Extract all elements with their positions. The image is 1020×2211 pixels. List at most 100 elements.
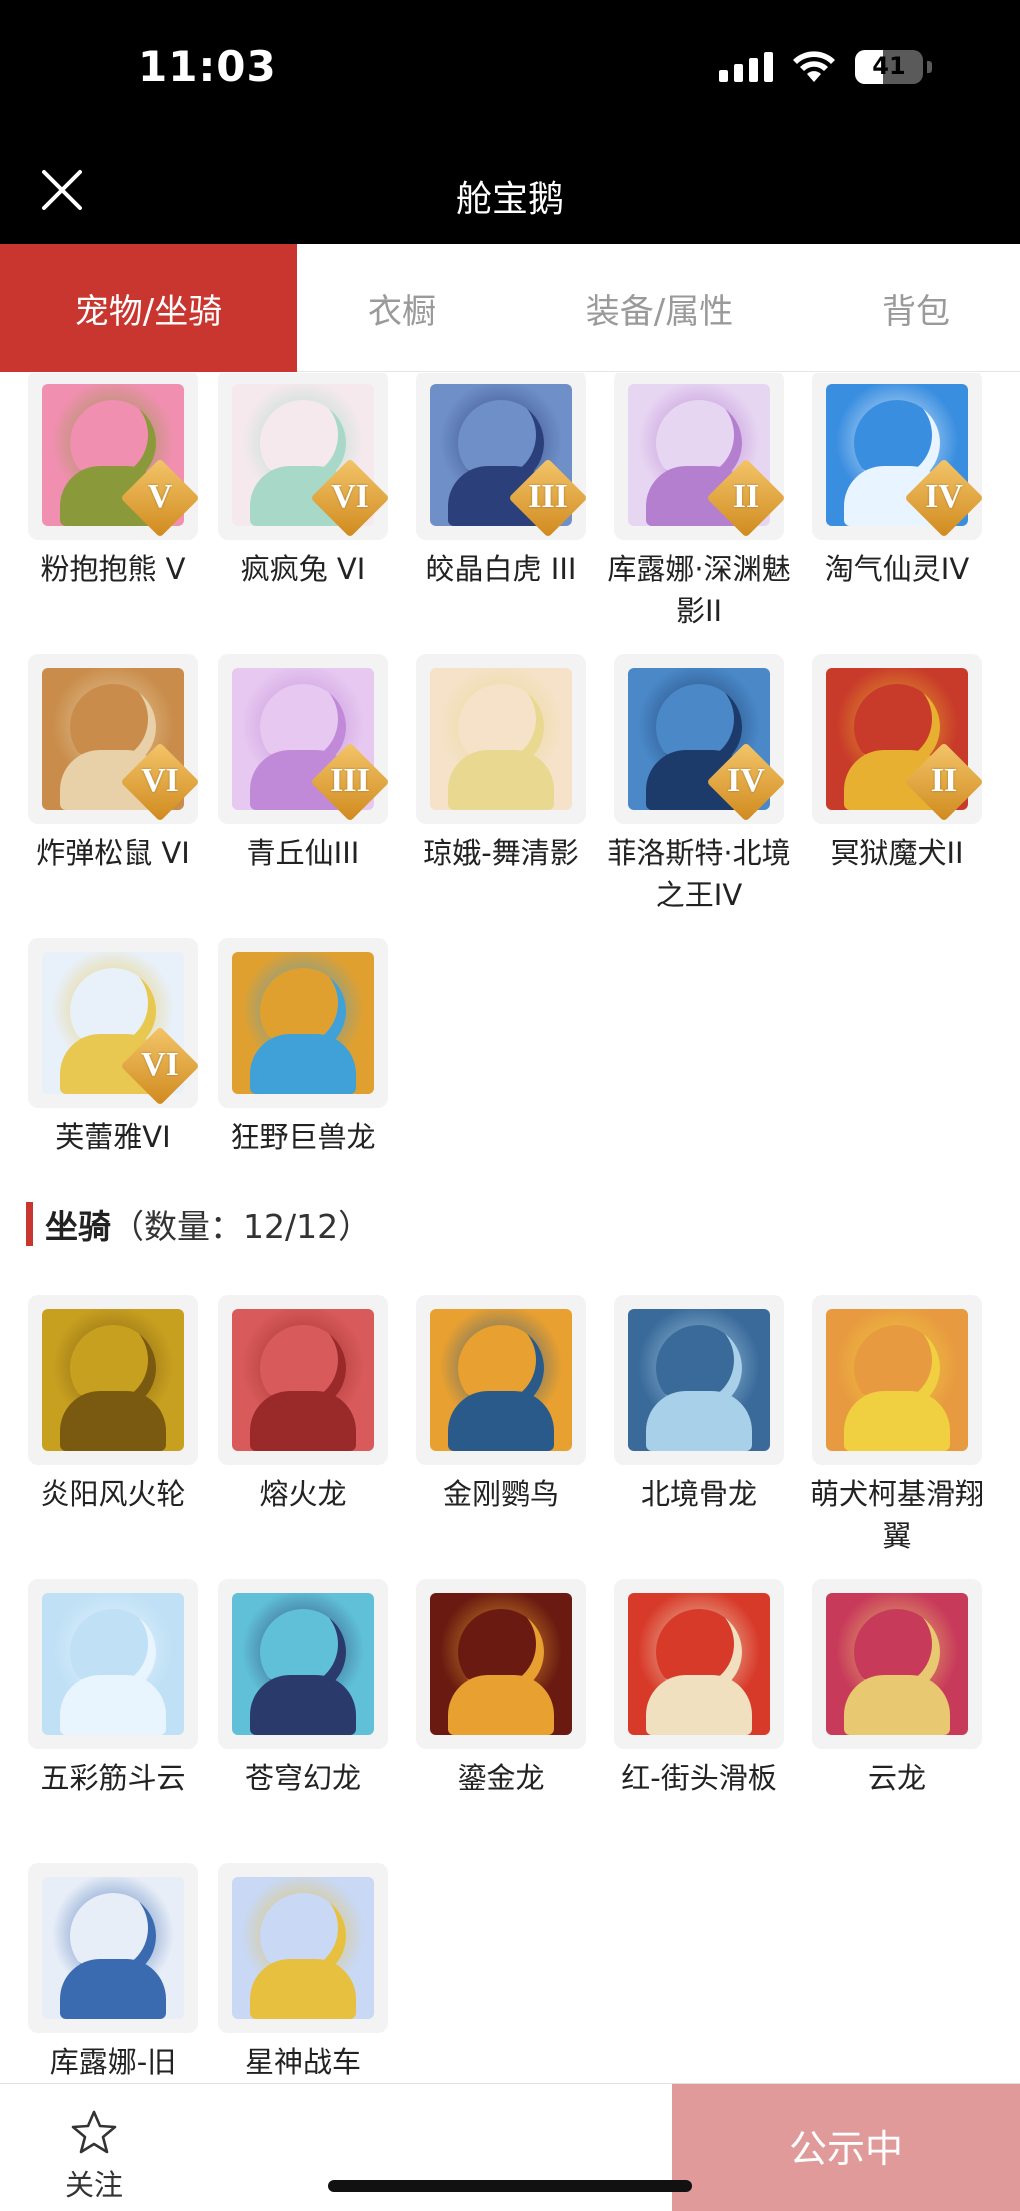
mount-item-skateboard[interactable]: 红-街头滑板 — [604, 1579, 794, 1799]
item-label: 五彩筋斗云 — [40, 1761, 186, 1795]
pet-item-kuluna-girl[interactable]: II 库露娜·深渊魅影II — [604, 373, 794, 632]
follow-button[interactable]: 关注 — [54, 2108, 134, 2204]
item-label: 菲洛斯特·北境之王IV — [607, 836, 791, 912]
status-time: 11:03 — [138, 42, 277, 91]
thumb-figure-body — [646, 1391, 752, 1451]
item-label: 库露娜-旧 — [49, 2045, 177, 2079]
mount-item-gold-dragon[interactable]: 鎏金龙 — [406, 1579, 596, 1799]
item-label: 青丘仙III — [246, 836, 360, 870]
thumb-figure-body — [250, 1391, 356, 1451]
thumb-figure-body — [60, 1391, 166, 1451]
content-scroll[interactable]: V 粉抱抱熊 V VI 疯疯兔 VI III 皎晶白虎 III II 库露娜·深渊魅影II IV… — [0, 373, 1020, 2083]
rank-text: II — [732, 478, 760, 515]
thumb-figure-body — [448, 1391, 554, 1451]
mount-item-lava-dragon[interactable]: 熔火龙 — [208, 1295, 398, 1515]
mount-item-cloud-dragon[interactable]: 云龙 — [802, 1579, 992, 1799]
white-rabbit-icon: VI — [218, 373, 388, 540]
white-tiger-icon: III — [416, 373, 586, 540]
pet-item-squirrel[interactable]: VI 炸弹松鼠 VI — [18, 654, 208, 874]
squirrel-icon: VI — [28, 654, 198, 824]
item-label: 鎏金龙 — [457, 1761, 545, 1795]
rank-text: V — [147, 478, 173, 515]
pet-item-fox-fairy[interactable]: III 青丘仙III — [208, 654, 398, 874]
rank-text: IV — [727, 762, 765, 799]
mount-item-parrot[interactable]: 金刚鹦鸟 — [406, 1295, 596, 1515]
thumb-figure-body — [250, 1034, 356, 1094]
pet-item-white-tiger[interactable]: III 皎晶白虎 III — [406, 373, 596, 590]
rank-text: VI — [141, 1046, 179, 1083]
pet-item-ice-king[interactable]: IV 菲洛斯特·北境之王IV — [604, 654, 794, 916]
pet-item-white-rabbit[interactable]: VI 疯疯兔 VI — [208, 373, 398, 590]
status-icons: 41 — [719, 50, 932, 84]
tab-equipment[interactable]: 装备/属性 — [507, 244, 812, 372]
mount-item-sky-dragon[interactable]: 苍穹幻龙 — [208, 1579, 398, 1799]
rank-text: VI — [141, 762, 179, 799]
pet-item-hell-hound[interactable]: II 冥狱魔犬II — [802, 654, 992, 874]
star-icon — [71, 2110, 117, 2154]
pet-item-pink-bear[interactable]: V 粉抱抱熊 V — [18, 373, 208, 590]
thumb-figure-body — [646, 1675, 752, 1735]
thumb-figure-body — [844, 1391, 950, 1451]
bone-dragon-icon — [614, 1295, 784, 1465]
mount-item-fire-wheel[interactable]: 炎阳风火轮 — [18, 1295, 208, 1515]
fire-wheel-icon — [28, 1295, 198, 1465]
cloud-dragon-icon — [812, 1579, 982, 1749]
mount-item-bone-dragon[interactable]: 北境骨龙 — [604, 1295, 794, 1515]
thumb-figure-body — [60, 1675, 166, 1735]
wild-dragon-icon — [218, 938, 388, 1108]
thumb-figure-body — [250, 1675, 356, 1735]
pet-item-dancer-girl[interactable]: 琼娥-舞清影 — [406, 654, 596, 874]
cellular-signal-icon — [719, 52, 773, 82]
rank-text: II — [930, 762, 958, 799]
thumb-figure-body — [844, 1675, 950, 1735]
item-label: 淘气仙灵IV — [824, 552, 970, 586]
mounts-section-title: 坐骑 — [45, 1207, 111, 1246]
thumb-figure-body — [448, 1675, 554, 1735]
corgi-glider-icon — [812, 1295, 982, 1465]
hell-hound-icon: II — [812, 654, 982, 824]
page-title: 舱宝鹅 — [455, 179, 564, 220]
tab-bar: 宠物/坐骑 衣橱 装备/属性 背包 — [0, 244, 1020, 372]
item-label: 云龙 — [867, 1761, 926, 1795]
star-chariot-icon — [218, 1863, 388, 2033]
pink-bear-icon: V — [28, 373, 198, 540]
tab-pets-mounts[interactable]: 宠物/坐骑 — [0, 244, 297, 372]
item-label: 星神战车 — [244, 2045, 361, 2079]
item-label: 皎晶白虎 III — [425, 552, 577, 586]
mount-item-corgi-glider[interactable]: 萌犬柯基滑翔翼 — [802, 1295, 992, 1557]
pet-item-blue-dog[interactable]: IV 淘气仙灵IV — [802, 373, 992, 590]
item-label: 炸弹松鼠 VI — [36, 836, 190, 870]
parrot-icon — [416, 1295, 586, 1465]
battery-icon: 41 — [855, 50, 923, 84]
rank-text: VI — [331, 478, 369, 515]
gold-dragon-icon — [416, 1579, 586, 1749]
mount-item-kuluna-old[interactable]: 库露娜-旧 — [18, 1863, 208, 2083]
lava-dragon-icon — [218, 1295, 388, 1465]
thumb-figure-body — [60, 1959, 166, 2019]
header: 舱宝鹅 — [0, 140, 1020, 244]
mounts-section-header: 坐骑 （数量：12/12） — [26, 1200, 371, 1248]
pet-item-wild-dragon[interactable]: 狂野巨兽龙 — [208, 938, 398, 1158]
item-label: 琼娥-舞清影 — [423, 836, 579, 870]
pet-item-freya[interactable]: VI 芙蕾雅VI — [18, 938, 208, 1158]
rank-text: III — [528, 478, 568, 515]
follow-label: 关注 — [64, 2168, 123, 2202]
item-label: 疯疯兔 VI — [240, 552, 366, 586]
item-label: 粉抱抱熊 V — [40, 552, 186, 586]
thumb-figure-body — [448, 750, 554, 810]
public-display-button[interactable]: 公示中 — [672, 2084, 1020, 2211]
skateboard-icon — [614, 1579, 784, 1749]
mount-item-cloud[interactable]: 五彩筋斗云 — [18, 1579, 208, 1799]
item-label: 北境骨龙 — [640, 1477, 757, 1511]
tab-backpack[interactable]: 背包 — [812, 244, 1020, 372]
cloud-icon — [28, 1579, 198, 1749]
item-label: 炎阳风火轮 — [40, 1477, 186, 1511]
item-label: 冥狱魔犬II — [830, 836, 964, 870]
sky-dragon-icon — [218, 1579, 388, 1749]
fox-fairy-icon: III — [218, 654, 388, 824]
kuluna-girl-icon: II — [614, 373, 784, 540]
tab-wardrobe[interactable]: 衣橱 — [297, 244, 507, 372]
battery-level-text: 41 — [872, 52, 906, 80]
mount-item-star-chariot[interactable]: 星神战车 — [208, 1863, 398, 2083]
section-marker — [26, 1202, 33, 1246]
